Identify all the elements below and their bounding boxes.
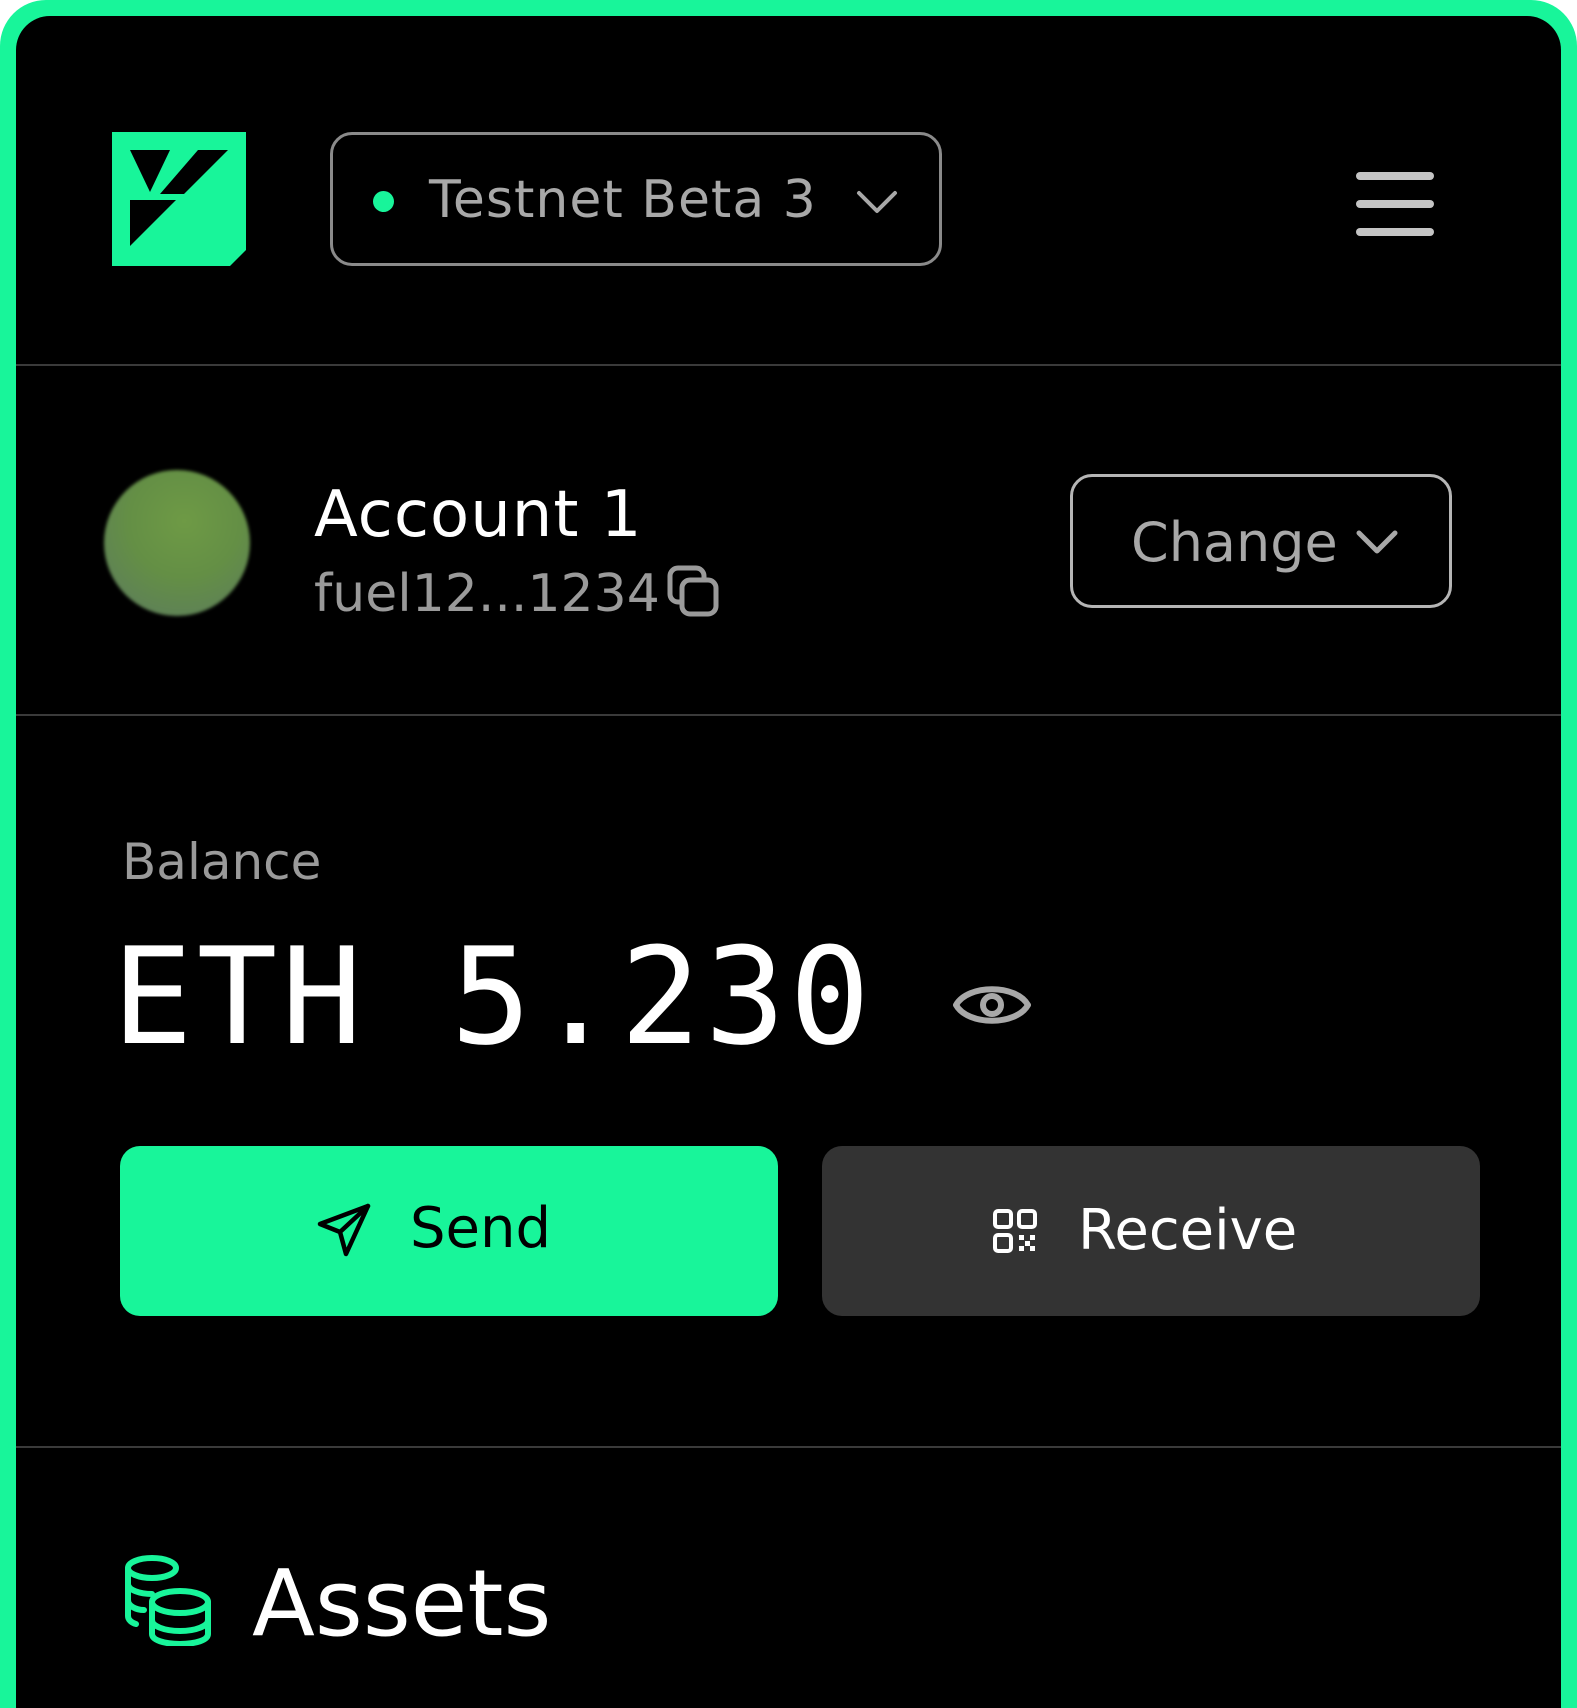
balance-value: ETH 5.230: [112, 919, 875, 1075]
network-selector[interactable]: Testnet Beta 3: [330, 132, 942, 266]
account-address: fuel12...1234: [314, 564, 660, 624]
change-account-button[interactable]: Change: [1070, 474, 1452, 608]
send-button[interactable]: Send: [120, 1146, 778, 1316]
network-status-dot: [373, 191, 394, 212]
account-name: Account 1: [314, 478, 643, 552]
qr-code-icon: [993, 1209, 1037, 1253]
receive-button[interactable]: Receive: [822, 1146, 1480, 1316]
chevron-down-icon: [857, 191, 897, 213]
chevron-down-icon: [1356, 530, 1398, 554]
fuel-logo-icon[interactable]: [112, 132, 246, 266]
receive-label: Receive: [1078, 1198, 1298, 1263]
eye-icon[interactable]: [952, 974, 1032, 1036]
send-label: Send: [410, 1196, 552, 1261]
coins-icon: [125, 1555, 211, 1646]
account-divider: [16, 714, 1561, 716]
balance-label: Balance: [122, 833, 322, 891]
avatar: [104, 470, 250, 616]
header-divider: [16, 364, 1561, 366]
send-icon: [317, 1203, 371, 1257]
wallet-panel: Testnet Beta 3 Account 1 fuel12...1234 C…: [16, 16, 1561, 1708]
wallet-window: Testnet Beta 3 Account 1 fuel12...1234 C…: [0, 0, 1577, 1708]
change-account-label: Change: [1131, 511, 1338, 574]
hamburger-menu-icon[interactable]: [1352, 170, 1436, 238]
copy-icon[interactable]: [666, 564, 722, 620]
balance-divider: [16, 1446, 1561, 1448]
network-label: Testnet Beta 3: [429, 170, 817, 230]
assets-title: Assets: [252, 1550, 552, 1657]
